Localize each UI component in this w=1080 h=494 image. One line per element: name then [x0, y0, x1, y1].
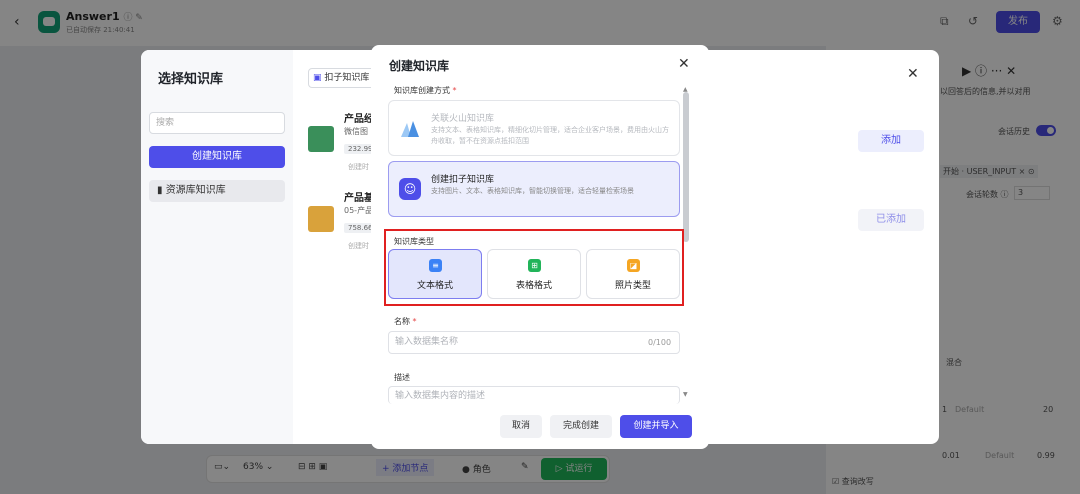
- method-coze[interactable]: ☺ 创建扣子知识库 支持图片、文本、表格知识库，智能切换管理，适合轻量检索场景: [388, 161, 680, 217]
- highlight-box: [384, 229, 684, 306]
- method-title: 创建扣子知识库: [431, 175, 495, 185]
- name-counter: 0/100: [648, 338, 672, 347]
- dialog-title: 创建知识库: [389, 59, 450, 73]
- kb-thumbnail: [308, 126, 334, 152]
- coze-icon: ☺: [399, 178, 421, 200]
- kb-time: 创建时: [348, 163, 369, 171]
- dialog-scrollbar[interactable]: [683, 92, 689, 242]
- add-button[interactable]: 添加: [858, 130, 924, 152]
- finish-create-button[interactable]: 完成创建: [550, 415, 612, 438]
- create-and-import-button[interactable]: 创建并导入: [620, 415, 692, 438]
- select-modal-title: 选择知识库: [158, 72, 224, 87]
- close-icon[interactable]: ✕: [678, 56, 690, 72]
- search-input[interactable]: 搜索: [149, 112, 285, 134]
- kb-subtitle: 05-产品: [344, 206, 374, 215]
- name-label: 名称 *: [394, 317, 417, 326]
- desc-input[interactable]: 输入数据集内容的描述: [388, 386, 680, 404]
- scroll-up-icon[interactable]: ▲: [683, 86, 688, 93]
- method-label: 知识库创建方式 *: [394, 86, 457, 95]
- method-title: 关联火山知识库: [431, 114, 495, 124]
- select-sidebar: [141, 50, 293, 444]
- kb-name: 产品经: [344, 114, 374, 125]
- kb-time: 创建时: [348, 242, 369, 250]
- sidebar-item-resource-library[interactable]: ▮ 资源库知识库: [149, 180, 285, 202]
- kb-subtitle: 微信图: [344, 127, 368, 136]
- volcano-icon: [401, 121, 419, 137]
- added-button[interactable]: 已添加: [858, 209, 924, 231]
- kb-thumbnail: [308, 206, 334, 232]
- kb-source-tab[interactable]: ▣ 扣子知识库: [308, 68, 378, 88]
- desc-label: 描述: [394, 373, 410, 382]
- close-icon[interactable]: ✕: [907, 66, 919, 82]
- method-desc: 支持图片、文本、表格知识库，智能切换管理，适合轻量检索场景: [431, 187, 634, 195]
- name-input[interactable]: 输入数据集名称: [388, 331, 680, 354]
- scroll-down-icon[interactable]: ▼: [683, 391, 688, 398]
- create-knowledge-button[interactable]: 创建知识库: [149, 146, 285, 168]
- method-desc: 支持文本、表格知识库，精细化切片管理，适合企业客户场景，费用由火山方舟收取，暂不…: [431, 126, 669, 145]
- kb-name: 产品基: [344, 193, 374, 204]
- method-volcano[interactable]: 关联火山知识库 支持文本、表格知识库，精细化切片管理，适合企业客户场景，费用由火…: [388, 100, 680, 156]
- cancel-button[interactable]: 取消: [500, 415, 542, 438]
